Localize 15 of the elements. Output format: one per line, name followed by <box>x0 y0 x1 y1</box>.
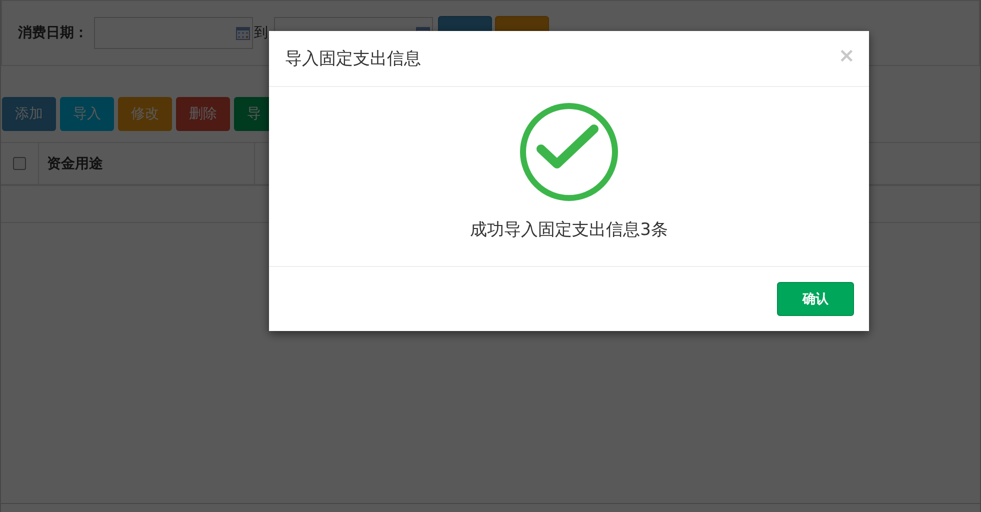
separator-label: 到 <box>254 24 268 42</box>
add-button[interactable]: 添加 <box>2 97 56 131</box>
select-all-checkbox[interactable] <box>13 157 26 170</box>
success-check-icon <box>519 102 619 202</box>
delete-button[interactable]: 删除 <box>176 97 230 131</box>
date-field[interactable] <box>94 17 253 49</box>
modal-title: 导入固定支出信息 <box>285 48 421 70</box>
calendar-icon[interactable] <box>236 26 250 40</box>
import-button[interactable]: 导入 <box>60 97 114 131</box>
success-message: 成功导入固定支出信息3条 <box>470 219 668 241</box>
edit-button[interactable]: 修改 <box>118 97 172 131</box>
column-header: 资金用途 <box>47 154 103 172</box>
date-label: 消费日期： <box>18 24 88 42</box>
confirm-button[interactable]: 确认 <box>777 282 854 316</box>
close-button[interactable]: × <box>838 42 855 66</box>
